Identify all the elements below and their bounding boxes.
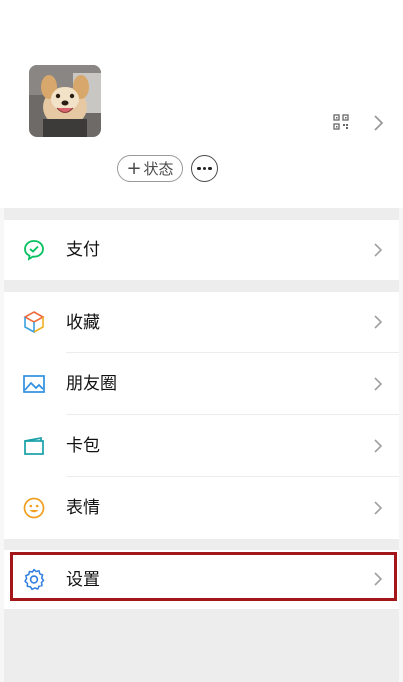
chevron-right-icon bbox=[373, 438, 383, 454]
chevron-right-icon bbox=[373, 376, 383, 392]
image-icon bbox=[22, 372, 46, 396]
dot bbox=[197, 166, 201, 171]
chevron-right-icon[interactable] bbox=[372, 114, 384, 132]
section-separator bbox=[4, 208, 399, 220]
menu-item-favorites[interactable]: 收藏 bbox=[4, 292, 399, 353]
profile-header[interactable]: + 状态 bbox=[0, 0, 403, 208]
cube-icon bbox=[22, 310, 46, 334]
avatar[interactable] bbox=[29, 65, 101, 137]
wallet-icon bbox=[22, 434, 46, 458]
chevron-right-icon bbox=[373, 500, 383, 516]
menu-item-pay[interactable]: 支付 bbox=[4, 220, 399, 280]
menu-label: 支付 bbox=[66, 240, 100, 260]
dot bbox=[208, 166, 212, 171]
menu-label: 表情 bbox=[66, 498, 100, 518]
bottom-filler bbox=[4, 609, 399, 682]
menu-item-stickers[interactable]: 表情 bbox=[4, 477, 399, 539]
section-separator bbox=[4, 280, 399, 292]
me-page: + 状态 支付 收藏 朋友圈 卡包 表情 设置 bbox=[0, 0, 403, 682]
status-label: 状态 bbox=[143, 160, 174, 178]
chevron-right-icon bbox=[373, 242, 383, 258]
menu-item-moments[interactable]: 朋友圈 bbox=[4, 353, 399, 415]
more-options-button[interactable] bbox=[191, 155, 218, 182]
chevron-right-icon bbox=[373, 314, 383, 330]
menu-label: 卡包 bbox=[66, 436, 100, 456]
menu-item-cards[interactable]: 卡包 bbox=[4, 415, 399, 477]
menu-label: 朋友圈 bbox=[66, 374, 117, 394]
add-status-button[interactable]: + 状态 bbox=[117, 155, 183, 182]
settings-highlight-box bbox=[10, 552, 397, 601]
dot bbox=[202, 166, 207, 171]
plus-icon: + bbox=[126, 157, 142, 179]
menu-label: 收藏 bbox=[66, 313, 100, 333]
smiley-icon bbox=[22, 496, 46, 520]
section-separator bbox=[4, 539, 399, 550]
qr-code-icon[interactable] bbox=[333, 114, 349, 130]
pay-icon bbox=[22, 238, 46, 262]
